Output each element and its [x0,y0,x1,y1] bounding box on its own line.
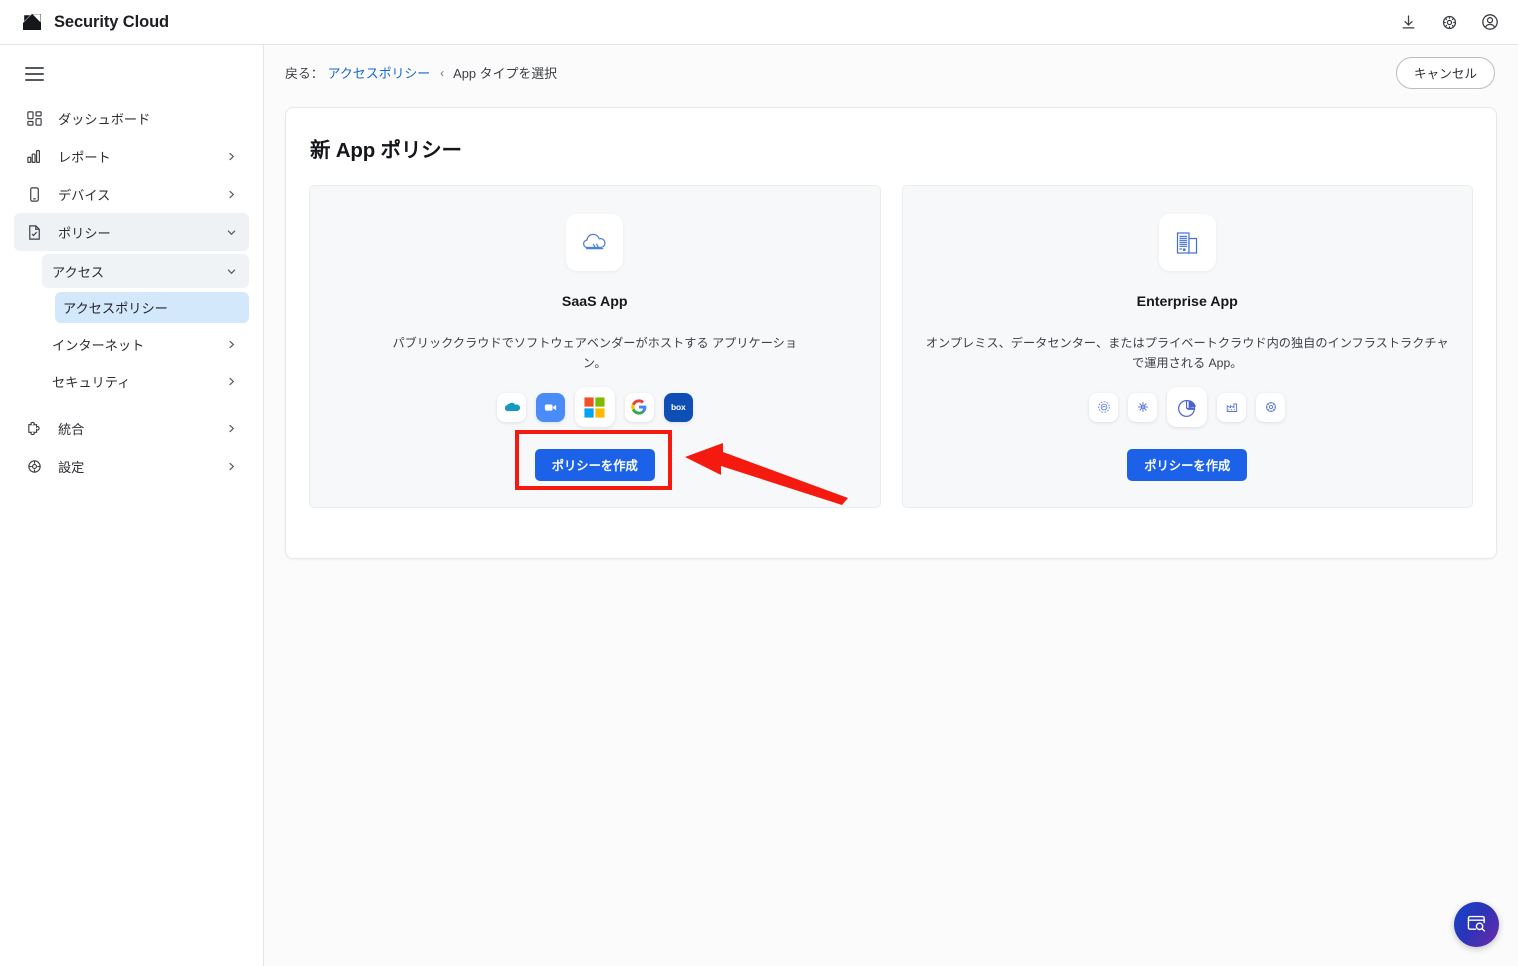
bar-chart-icon [24,146,44,166]
enterprise-logo-row [1089,387,1286,427]
new-app-policy-panel: 新 App ポリシー SaaS App パブリッククラウドでソフトウェアベンダー… [285,107,1497,559]
chevron-right-icon [226,189,237,200]
security-cloud-logo [21,11,43,33]
network-hub-icon [1128,392,1158,422]
chevron-left-icon: ‹ [440,65,445,80]
sidebar-item-reports[interactable]: レポート [14,137,249,175]
card-enterprise-app[interactable]: Enterprise App オンプレミス、データセンター、またはプライベートク… [901,185,1473,508]
sidebar-subitem-access[interactable]: アクセス [42,254,249,288]
sidebar-item-devices[interactable]: デバイス [14,175,249,213]
box-logo-text: box [670,402,686,412]
enterprise-app-create-policy-button[interactable]: ポリシーを作成 [1127,449,1248,481]
sidebar-item-label: ポリシー [58,225,111,241]
document-check-icon [24,222,44,242]
sidebar-item-label: デバイス [58,187,111,203]
sidebar-item-settings[interactable]: 設定 [14,447,249,485]
dashboard-grid-icon [24,108,44,128]
sidebar-subitem-access-policy[interactable]: アクセスポリシー [55,292,249,323]
cloud-icon [566,214,624,271]
brand-title: Security Cloud [54,12,170,31]
office-building-icon [1158,214,1216,271]
sidebar-item-label: 統合 [58,421,85,437]
breadcrumb-back-label: 戻る： [285,66,324,81]
sidebar-subitem-label: アクセスポリシー [63,301,168,316]
chevron-down-icon [226,227,237,238]
account-icon[interactable] [1475,7,1505,37]
microsoft-logo [574,387,615,427]
topbar-actions [1393,7,1505,37]
pie-chart-icon [1167,387,1208,427]
chevron-right-icon [226,339,237,350]
device-phone-icon [24,184,44,204]
chevron-right-icon [226,376,237,387]
puzzle-piece-icon [24,418,44,438]
sidebar-subitem-label: アクセス [52,264,105,280]
factory-icon [1217,392,1247,422]
card-title: Enterprise App [1136,294,1238,310]
chevron-right-icon [226,423,237,434]
google-logo [624,392,654,422]
brand[interactable]: Security Cloud [21,11,169,33]
gear-icon[interactable] [1434,7,1464,37]
sidebar-subitem-security[interactable]: セキュリティ [42,364,249,398]
zoom-logo [535,392,565,422]
chevron-right-icon [226,151,237,162]
badge-icon [1089,392,1119,422]
sidebar-item-policy[interactable]: ポリシー [14,213,249,251]
saas-logo-row: box [496,387,693,427]
gear-icon [1256,392,1286,422]
sidebar-item-label: レポート [58,149,111,165]
sidebar-subitem-label: インターネット [52,337,145,353]
app-type-cards: SaaS App パブリッククラウドでソフトウェアベンダーがホストする アプリケ… [309,185,1473,508]
sidebar-nav: ダッシュボード レポート デバイス ポリシー アクセス アクセスポリシー インタ… [0,99,263,485]
card-description: オンプレミス、データセンター、またはプライベートクラウド内の独自のインフラストラ… [925,336,1449,370]
download-icon[interactable] [1393,7,1423,37]
chevron-down-icon [226,266,237,277]
content-area: 戻る： アクセスポリシー ‹ App タイプを選択 キャンセル 新 App ポリ… [264,45,1518,966]
card-saas-app[interactable]: SaaS App パブリッククラウドでソフトウェアベンダーがホストする アプリケ… [309,185,881,508]
settings-gear-icon [24,456,44,476]
hamburger-icon[interactable] [25,67,44,81]
sidebar: ダッシュボード レポート デバイス ポリシー アクセス アクセスポリシー インタ… [0,45,264,966]
salesforce-logo [496,392,526,422]
sidebar-item-dashboard[interactable]: ダッシュボード [14,99,249,137]
box-logo: box [663,392,693,422]
window-search-icon [1465,911,1488,939]
breadcrumb-current: App タイプを選択 [453,66,558,81]
card-title: SaaS App [561,294,628,310]
sidebar-item-label: 設定 [58,459,85,475]
saas-app-create-policy-button[interactable]: ポリシーを作成 [534,449,655,481]
chevron-right-icon [226,461,237,472]
sidebar-item-integrations[interactable]: 統合 [14,409,249,447]
sidebar-item-label: ダッシュボード [58,111,151,127]
card-description: パブリッククラウドでソフトウェアベンダーがホストする アプリケーション。 [392,336,798,370]
top-bar: Security Cloud [0,0,1518,45]
nav-divider-gap [0,401,263,409]
sidebar-subitem-label: セキュリティ [52,374,131,390]
cancel-button[interactable]: キャンセル [1396,56,1495,89]
page-title: 新 App ポリシー [310,139,462,162]
breadcrumb-bar: 戻る： アクセスポリシー ‹ App タイプを選択 キャンセル [264,45,1518,100]
sidebar-subitem-internet[interactable]: インターネット [42,327,249,361]
breadcrumb-link-access-policy[interactable]: アクセスポリシー [328,63,430,82]
assistant-fab-button[interactable] [1454,902,1499,947]
